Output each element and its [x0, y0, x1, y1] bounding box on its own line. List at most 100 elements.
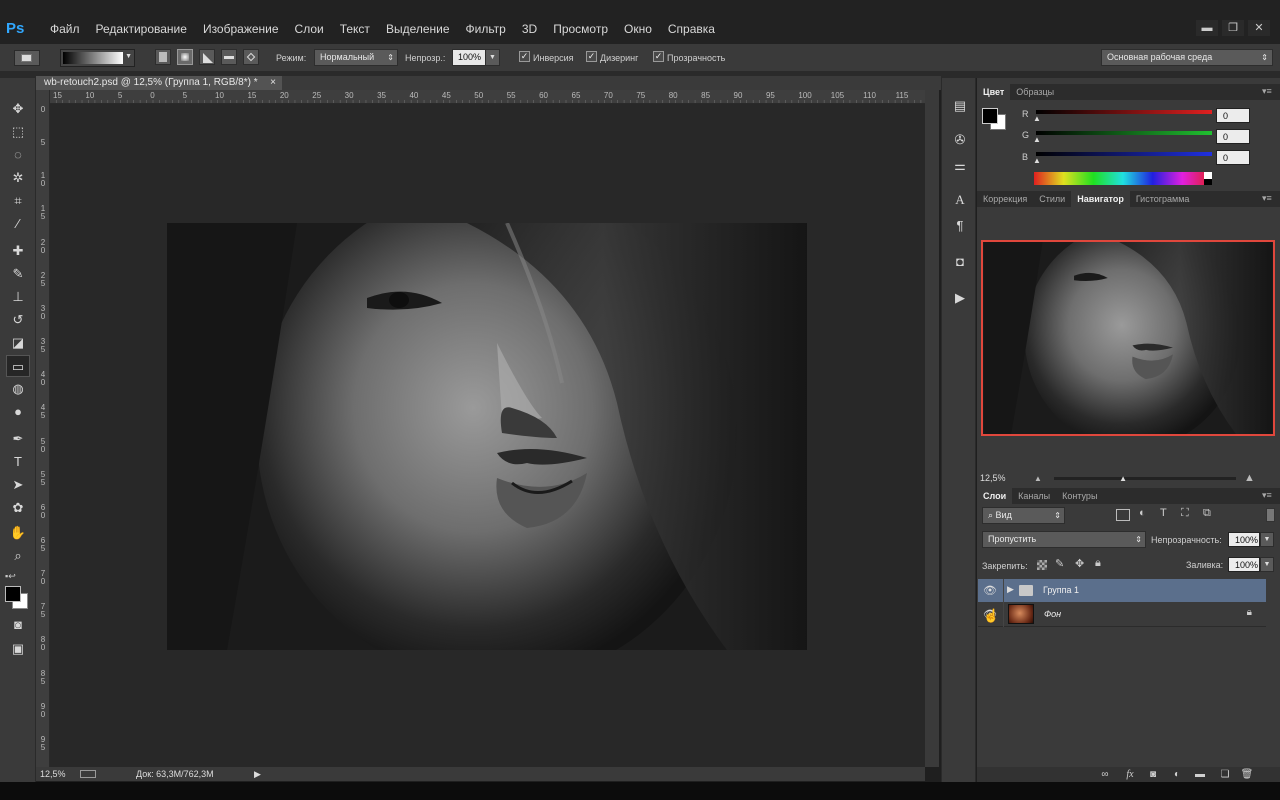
blend-mode-select[interactable]: Нормальный ⇕: [314, 49, 398, 66]
layer-filter-select[interactable]: ⌕ Вид ⇕: [982, 507, 1065, 524]
dodge-tool-icon[interactable]: ●: [6, 401, 30, 423]
tab-navigator[interactable]: Навигатор: [1071, 191, 1130, 207]
gradient-tool-icon[interactable]: ▭: [6, 355, 30, 377]
close-icon[interactable]: ✕: [1248, 20, 1270, 36]
screen-mode-icon[interactable]: ▣: [6, 638, 30, 660]
transparency-checkbox[interactable]: ✓: [653, 51, 664, 62]
tab-color[interactable]: Цвет: [977, 84, 1011, 100]
zoom-out-icon[interactable]: ▲: [1034, 474, 1042, 483]
folder-icon[interactable]: ▬: [1192, 767, 1208, 782]
magic-wand-icon[interactable]: ✲: [6, 167, 30, 189]
shape-tool-icon[interactable]: ✿: [6, 497, 30, 519]
layer-blend-mode-select[interactable]: Пропустить ⇕: [982, 531, 1146, 548]
b-value-input[interactable]: 0: [1216, 150, 1250, 165]
layer-opacity-dropdown-icon[interactable]: ▼: [1260, 532, 1274, 547]
lock-position-icon[interactable]: ✥: [1075, 557, 1084, 570]
layer-opacity-input[interactable]: 100%: [1228, 532, 1260, 547]
link-icon[interactable]: ∞: [1097, 767, 1113, 782]
default-colors-icon[interactable]: ▪↩: [5, 571, 16, 582]
filter-adjustment-icon[interactable]: ◐: [1139, 507, 1146, 519]
menu-window[interactable]: Окно: [616, 22, 660, 36]
tab-adjustments[interactable]: Коррекция: [977, 191, 1033, 207]
diamond-gradient-icon[interactable]: [243, 49, 259, 65]
workspace-select[interactable]: Основная рабочая среда ⇕: [1101, 49, 1273, 66]
zoom-tool-icon[interactable]: ⌕: [6, 545, 30, 567]
menu-file[interactable]: Файл: [42, 22, 88, 36]
blur-tool-icon[interactable]: ◍: [6, 378, 30, 400]
tab-layers[interactable]: Слои: [977, 488, 1013, 504]
filter-smart-object-icon[interactable]: ⧉: [1203, 507, 1211, 520]
restore-icon[interactable]: ❐: [1222, 20, 1244, 36]
fill-dropdown-icon[interactable]: ▼: [1260, 557, 1274, 572]
linear-gradient-icon[interactable]: [155, 49, 171, 65]
filter-type-icon[interactable]: T: [1160, 507, 1167, 519]
hand-tool-icon[interactable]: ✋: [6, 522, 30, 544]
lock-all-icon[interactable]: 🔒︎: [1095, 557, 1101, 570]
fill-input[interactable]: 100%: [1228, 557, 1260, 572]
layer-name[interactable]: Фон: [1044, 609, 1061, 619]
dither-checkbox[interactable]: ✓: [586, 51, 597, 62]
lasso-tool-icon[interactable]: ◌: [6, 144, 30, 166]
trash-icon[interactable]: 🗑︎: [1239, 767, 1255, 782]
close-tab-icon[interactable]: ×: [270, 76, 276, 90]
lock-pixels-icon[interactable]: ✎: [1055, 557, 1064, 570]
menu-help[interactable]: Справка: [660, 22, 723, 36]
character-panel-icon[interactable]: A: [950, 190, 970, 210]
status-zoom[interactable]: 12,5%: [40, 767, 66, 781]
new-layer-icon[interactable]: ❏: [1217, 767, 1233, 782]
navigator-zoom-value[interactable]: 12,5%: [980, 473, 1006, 483]
inverse-checkbox[interactable]: ✓: [519, 51, 530, 62]
group-expand-arrow-icon[interactable]: ▶: [1007, 584, 1014, 595]
brush-presets-icon[interactable]: ✇: [950, 130, 970, 150]
g-slider[interactable]: [1036, 131, 1212, 135]
tab-channels[interactable]: Каналы: [1012, 488, 1056, 504]
clone-source-icon[interactable]: ⚌: [950, 156, 970, 176]
path-selection-icon[interactable]: ➤: [6, 474, 30, 496]
move-tool-icon[interactable]: ✥: [6, 98, 30, 120]
radial-gradient-icon[interactable]: [177, 49, 193, 65]
color-spectrum-ramp[interactable]: [1034, 172, 1212, 185]
r-slider-handle-icon[interactable]: ▲: [1033, 114, 1041, 123]
menu-layers[interactable]: Слои: [287, 22, 332, 36]
crop-tool-icon[interactable]: ⌗: [6, 190, 30, 212]
menu-view[interactable]: Просмотр: [545, 22, 616, 36]
mask-icon[interactable]: ◙: [1145, 767, 1161, 782]
angle-gradient-icon[interactable]: [199, 49, 215, 65]
adjustment-icon[interactable]: ◐: [1169, 767, 1185, 782]
panel-menu-icon[interactable]: ▾≡: [1262, 490, 1272, 501]
menu-select[interactable]: Выделение: [378, 22, 458, 36]
filter-toggle-switch[interactable]: [1266, 508, 1275, 522]
tab-styles[interactable]: Стили: [1033, 191, 1071, 207]
fx-icon[interactable]: fx: [1122, 767, 1138, 782]
navigator-zoom-slider[interactable]: [1054, 477, 1236, 480]
menu-edit[interactable]: Редактирование: [88, 22, 195, 36]
document-canvas-image[interactable]: [167, 223, 807, 650]
quick-mask-icon[interactable]: ◙: [6, 614, 30, 636]
lock-transparent-icon[interactable]: [1037, 560, 1047, 570]
history-brush-icon[interactable]: ↺: [6, 309, 30, 331]
panel-menu-icon[interactable]: ▾≡: [1262, 86, 1272, 97]
zoom-in-icon[interactable]: ▲: [1244, 472, 1255, 484]
canvas-horizontal-scrollbar[interactable]: [266, 767, 925, 781]
history-panel-icon[interactable]: ▤: [950, 96, 970, 116]
menu-type[interactable]: Текст: [332, 22, 378, 36]
r-value-input[interactable]: 0: [1216, 108, 1250, 123]
navigator-zoom-handle[interactable]: ▲: [1119, 474, 1127, 483]
status-menu-arrow-icon[interactable]: ▶: [254, 767, 261, 781]
paragraph-panel-icon[interactable]: ¶: [950, 216, 970, 236]
canvas-vertical-scrollbar[interactable]: [925, 90, 939, 767]
eye-visibility-icon[interactable]: 👁︎: [983, 584, 997, 597]
minimize-icon[interactable]: ▬: [1196, 20, 1218, 36]
menu-image[interactable]: Изображение: [195, 22, 287, 36]
g-value-input[interactable]: 0: [1216, 129, 1250, 144]
menu-3d[interactable]: 3D: [514, 22, 545, 36]
tab-histogram[interactable]: Гистограмма: [1130, 191, 1196, 207]
clone-stamp-icon[interactable]: ⊥: [6, 286, 30, 308]
tool-preset-picker[interactable]: [14, 50, 40, 66]
marquee-tool-icon[interactable]: ⬚: [6, 121, 30, 143]
layer-row-group-1[interactable]: 👁︎ ▶ Группа 1: [978, 579, 1266, 602]
share-icon[interactable]: [80, 770, 96, 778]
navigator-preview[interactable]: [981, 240, 1275, 436]
layer-name[interactable]: Группа 1: [1043, 585, 1079, 595]
healing-brush-icon[interactable]: ✚: [6, 240, 30, 262]
